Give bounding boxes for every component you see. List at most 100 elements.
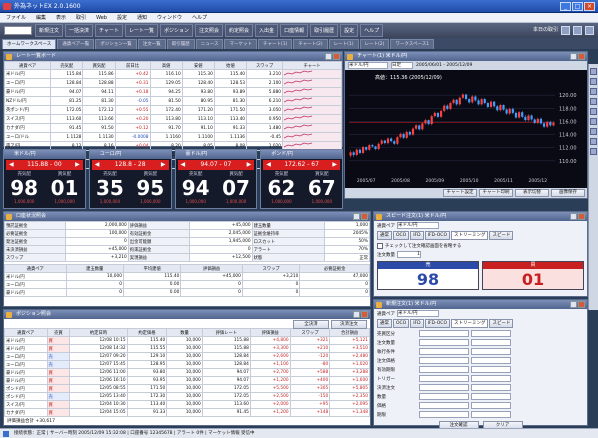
sell-price[interactable]: 94 [182,177,210,199]
order-type-tab[interactable]: IFD [410,231,424,240]
order-type-tab[interactable]: OCO [393,231,410,240]
field-input-secondary[interactable] [471,375,511,382]
table-row[interactable]: 英ポンド/円 172.05 172.12 +0.55 172.40 171.20 171.5… [3,105,342,115]
table-row[interactable]: ユーロ/円 128.84 128.88 +0.31 129.05 128.40 128.53… [3,78,342,88]
position-action-button[interactable]: 決済注文 [331,320,367,329]
field-input[interactable] [419,411,469,418]
table-row[interactable]: ユーロ/円売 12/07 15:45 128.95 10,000 128.84 +1,10… [4,360,370,369]
sell-button[interactable]: 売 98 [377,261,479,290]
quote-box[interactable]: ポンド/円 ◀ 172.62 - 67 ▶ 売気配 買気配 62 67 1,000,000 1,0… [260,149,343,209]
menu-item[interactable]: 編集 [36,13,46,22]
toolbar-button[interactable]: 新規注文 [35,24,64,37]
chart-action-button[interactable]: チャート設定 [443,189,477,197]
table-row[interactable]: カナダ/円 91.45 91.50 +0.12 91.70 91.10 91.33 1.480 [3,123,342,133]
text-tool-icon[interactable] [590,118,597,125]
buy-price[interactable]: 07 [222,177,250,199]
panel-close-icon[interactable] [578,213,585,220]
table-row[interactable]: カナダ/円買 12/04 15:05 91.33 10,000 91.45 +1,200 +… [4,408,370,417]
field-input-secondary[interactable] [471,402,511,409]
field-input-secondary[interactable] [471,393,511,400]
sell-price[interactable]: 62 [268,177,296,199]
arrow-right-icon[interactable]: ▶ [247,160,252,170]
table-row[interactable]: スイス/円買 12/04 10:30 113.40 10,000 113.60 +2,00… [4,400,370,409]
panel-close-icon[interactable] [361,311,368,318]
zoom-in-icon[interactable] [590,128,597,135]
field-input-secondary[interactable] [471,357,511,364]
column-header[interactable]: スワップ [241,264,301,273]
qty-input[interactable]: 1 [397,251,421,258]
column-header[interactable]: 評価レート [201,328,251,337]
column-header[interactable]: スワップ [289,328,331,337]
column-header[interactable]: 通貨ペア [4,328,48,337]
panel-minimize-icon[interactable] [570,213,577,220]
field-input-secondary[interactable] [471,330,511,337]
skip-confirm-checkbox[interactable] [377,242,383,249]
buy-price[interactable]: 95 [136,177,164,199]
column-header[interactable]: 前日比 [114,61,151,70]
trend-tool-icon[interactable] [590,98,597,105]
pair-select-input[interactable] [4,26,32,35]
menu-item[interactable]: 取引 [76,13,86,22]
toolbar-button[interactable]: 一括決済 [65,24,94,37]
column-header[interactable]: 評価損益 [180,264,243,273]
panel-minimize-icon[interactable] [353,213,360,220]
chart-action-button[interactable]: チャート印刷 [479,189,513,197]
workspace-tab[interactable]: レート(1) [328,39,359,49]
panel-close-icon[interactable] [578,53,585,60]
workspace-tab[interactable]: 取引履歴 [166,39,195,49]
workspace-tab[interactable]: ホームワークスペース [2,39,57,49]
arrow-right-icon[interactable]: ▶ [75,160,80,170]
order-type-tab[interactable]: 通常 [377,231,392,240]
workspace-tab[interactable]: レート(2) [359,39,390,49]
toolbar-button[interactable]: 注文照会 [195,24,224,37]
table-row[interactable]: ユーロ/ドル 1.1128 1.1130 -0.0008 1.1160 1.1100 1.1… [3,132,342,142]
table-row[interactable]: 豪ドル/円 0 0.00 0 0 0 [4,288,370,297]
order-type-tab[interactable]: ストリーミング [450,231,489,240]
table-row[interactable]: スイス/円 113.60 113.66 +0.20 113.80 113.10 113.40… [3,114,342,124]
column-header[interactable]: 必要証拠金 [299,264,370,273]
chart-action-button[interactable]: 表示切替 [515,189,549,197]
buy-price[interactable]: 01 [51,177,79,199]
order-type-tab[interactable]: IFD-OCO [424,319,450,328]
toolbar-button[interactable]: レート一覧 [124,24,158,37]
line-tool-icon[interactable] [590,78,597,85]
column-header[interactable]: 通貨ペア [4,264,67,273]
field-input[interactable] [419,375,469,382]
toolbar-button[interactable]: 取引履歴 [310,24,339,37]
table-row[interactable]: ユーロ/円 0 0.00 0 0 0 [4,280,370,289]
panel-minimize-icon[interactable] [353,311,360,318]
field-input[interactable] [419,348,469,355]
field-input-secondary[interactable] [471,339,511,346]
menu-item[interactable]: 設定 [117,13,127,22]
quote-box[interactable]: ユーロ/円 ◀ 128.8 - 28 ▶ 売気配 買気配 35 95 1,000,000 1,00… [88,149,172,209]
column-header[interactable]: 建玉数量 [65,264,124,273]
eraser-icon[interactable] [590,148,597,155]
table-row[interactable]: NZドル/円 81.25 81.30 -0.05 81.50 80.95 81.30 6.21… [3,96,342,106]
workspace-tab[interactable]: ニュース [195,39,224,49]
arrow-right-icon[interactable]: ▶ [161,160,166,170]
field-input-secondary[interactable] [471,348,511,355]
column-header[interactable]: スワップ [246,61,284,70]
workspace-tab[interactable]: 通貨ペア一覧 [57,39,95,49]
arrow-left-icon[interactable]: ◀ [9,160,14,170]
buy-price[interactable]: 67 [308,177,336,199]
table-row[interactable]: ユーロ/円売 12/07 09:20 129.10 10,000 128.84 +2,60… [4,352,370,361]
toolbar-button[interactable]: 入出金 [255,24,279,37]
workspace-tab[interactable]: チャート(1) [257,39,293,49]
field-input[interactable] [419,339,469,346]
workspace-tab[interactable]: マーケット [224,39,257,49]
workspace-tab[interactable]: 注文一覧 [137,39,166,49]
panel-minimize-icon[interactable] [325,53,332,60]
toolbar-button[interactable]: チャート [95,24,123,37]
pair-select[interactable]: 米ドル/円 [397,222,439,229]
position-action-button[interactable]: 全決済 [293,320,329,329]
table-row[interactable]: 豪ドル/円買 12/06 11:00 93.80 10,000 94.07 +2,700 +… [4,368,370,377]
column-header[interactable]: 高値 [149,61,183,70]
column-header[interactable]: 売気配 [50,61,84,70]
field-input[interactable] [419,366,469,373]
order-type-tab[interactable]: ストリーミング [450,319,489,328]
pair-select[interactable]: 米ドル/円 [397,310,439,317]
workspace-tab[interactable]: ポジション一覧 [95,39,137,49]
workspace-tab[interactable]: ワークスペース1 [390,39,435,49]
maximize-icon[interactable]: □ [572,2,583,11]
